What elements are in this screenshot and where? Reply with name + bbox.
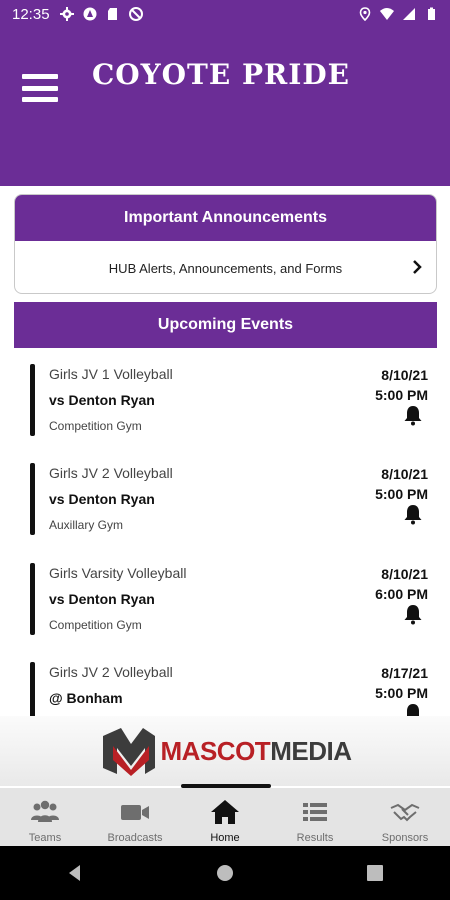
nav-label-home: Home (210, 832, 240, 844)
event-sport: Girls Varsity Volleyball (49, 565, 187, 581)
bell-icon[interactable] (402, 404, 424, 426)
event-date: 8/10/21 (381, 367, 428, 383)
event-time: 5:00 PM (375, 486, 428, 502)
video-camera-icon (121, 805, 149, 820)
event-divider-bar (30, 662, 35, 716)
sponsor-name-part2: MEDIA (270, 735, 352, 766)
event-time: 6:00 PM (375, 586, 428, 602)
sponsor-name-part1: MASCOT (160, 735, 271, 766)
recents-square-icon[interactable] (364, 862, 386, 884)
handshake-icon (390, 803, 420, 822)
announcements-title: Important Announcements (15, 195, 436, 241)
status-time: 12:35 (12, 5, 50, 23)
event-divider-bar (30, 463, 35, 535)
hub-alerts-label: HUB Alerts, Announcements, and Forms (108, 260, 343, 276)
event-time: 5:00 PM (375, 387, 428, 403)
home-icon (211, 800, 239, 824)
event-sport: Girls JV 1 Volleyball (49, 366, 173, 382)
wifi-icon (380, 8, 394, 20)
event-opponent: vs Denton Ryan (49, 392, 155, 408)
back-triangle-icon[interactable] (64, 862, 86, 884)
sponsor-banner[interactable]: MASCOTMEDIA (0, 716, 450, 786)
nav-item-broadcasts[interactable]: Broadcasts (90, 788, 180, 846)
hub-alerts-row[interactable]: HUB Alerts, Announcements, and Forms (15, 241, 436, 293)
sponsor-name: MASCOTMEDIA (161, 736, 352, 767)
list-icon (303, 803, 327, 821)
events-list: Girls JV 1 Volleyball vs Denton Ryan Com… (0, 348, 450, 716)
bottom-nav: Teams Broadcasts Home Results Sponsors (0, 788, 450, 846)
app-title: COYOTE PRIDE (92, 58, 351, 91)
nav-item-teams[interactable]: Teams (0, 788, 90, 846)
nav-item-results[interactable]: Results (270, 788, 360, 846)
mascot-media-logo-icon (102, 728, 155, 776)
event-time: 5:00 PM (375, 685, 428, 701)
android-nav-bar (0, 846, 450, 900)
location-icon (359, 7, 371, 21)
sd-card-icon (107, 8, 117, 20)
home-circle-icon[interactable] (214, 862, 236, 884)
bell-icon[interactable] (402, 702, 424, 716)
bell-icon[interactable] (402, 603, 424, 625)
event-item[interactable]: Girls Varsity Volleyball vs Denton Ryan … (0, 547, 450, 647)
event-opponent: @ Bonham (49, 690, 123, 706)
chevron-right-icon (413, 260, 422, 274)
settings-gear-icon (59, 7, 74, 21)
nav-label-sponsors: Sponsors (381, 832, 429, 844)
event-sport: Girls JV 2 Volleyball (49, 664, 173, 680)
event-divider-bar (30, 563, 35, 635)
blocked-icon (128, 7, 143, 21)
event-item[interactable]: Girls JV 1 Volleyball vs Denton Ryan Com… (0, 348, 450, 448)
event-location: Competition Gym (49, 419, 142, 433)
event-sport: Girls JV 2 Volleyball (49, 465, 173, 481)
event-item[interactable]: Girls JV 2 Volleyball @ Bonham 8/17/21 5… (0, 646, 450, 716)
event-item[interactable]: Girls JV 2 Volleyball vs Denton Ryan Aux… (0, 447, 450, 547)
event-location: Auxillary Gym (49, 518, 124, 532)
announcements-card: Important Announcements HUB Alerts, Anno… (14, 194, 437, 294)
upcoming-events-title: Upcoming Events (14, 302, 437, 348)
bell-icon[interactable] (402, 503, 424, 525)
nav-item-home[interactable]: Home (180, 788, 270, 846)
app-header: COYOTE PRIDE (0, 28, 450, 186)
status-bar: 12:35 (0, 0, 450, 28)
signal-icon (403, 8, 415, 20)
nav-label-teams: Teams (28, 832, 62, 844)
teams-icon (31, 800, 59, 822)
nav-item-sponsors[interactable]: Sponsors (360, 788, 450, 846)
event-opponent: vs Denton Ryan (49, 591, 155, 607)
nav-label-results: Results (296, 832, 334, 844)
hamburger-menu-icon[interactable] (22, 74, 58, 102)
event-location: Competition Gym (49, 618, 142, 632)
event-date: 8/10/21 (381, 466, 428, 482)
app-notification-icon (83, 7, 97, 21)
event-divider-bar (30, 364, 35, 436)
battery-icon (428, 7, 435, 20)
event-date: 8/17/21 (381, 665, 428, 681)
event-opponent: vs Denton Ryan (49, 491, 155, 507)
event-date: 8/10/21 (381, 566, 428, 582)
nav-label-broadcasts: Broadcasts (107, 832, 163, 844)
